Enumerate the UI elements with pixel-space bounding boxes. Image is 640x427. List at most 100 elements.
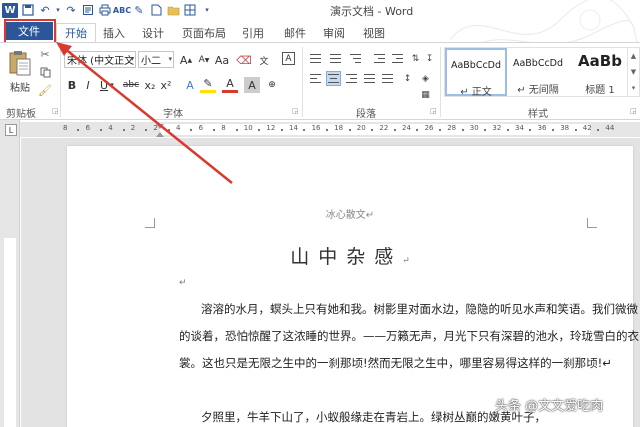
copy-icon[interactable] — [38, 65, 52, 79]
align-right-icon[interactable] — [344, 71, 359, 86]
styles-scroll[interactable]: ▲ ▼ ▾ — [628, 47, 640, 97]
paragraph-launcher-icon[interactable]: ◲ — [430, 107, 437, 115]
new-document-icon[interactable] — [149, 3, 163, 17]
bold-button[interactable]: B — [64, 77, 80, 93]
clipboard-launcher-icon[interactable]: ◲ — [52, 107, 59, 115]
spelling-icon[interactable]: ABC — [113, 3, 131, 17]
first-line-indent-marker[interactable] — [156, 124, 164, 129]
ruler-dot — [325, 129, 328, 131]
style-no-spacing-name: ↵ 无间隔 — [517, 85, 559, 96]
tab-design[interactable]: 设计 — [139, 23, 167, 42]
numbering-icon[interactable] — [328, 51, 343, 66]
font-launcher-icon[interactable]: ◲ — [292, 107, 299, 115]
print-icon[interactable] — [98, 3, 112, 17]
text-effects-button[interactable]: A — [182, 77, 198, 93]
underline-dropdown-icon[interactable]: ▾ — [108, 77, 116, 93]
ruler-number: 30 — [469, 124, 479, 132]
increase-indent-icon[interactable] — [390, 51, 405, 66]
decrease-indent-icon[interactable] — [372, 51, 387, 66]
tab-page-layout[interactable]: 页面布局 — [179, 23, 229, 42]
tab-mailings[interactable]: 邮件 — [281, 23, 309, 42]
save-icon[interactable] — [21, 3, 35, 17]
style-normal[interactable]: AaBbCcDd ↵ 正文 — [445, 48, 507, 98]
ruler-dot — [212, 129, 215, 131]
undo-dropdown-icon[interactable]: ▾ — [55, 3, 61, 17]
ruler-dot — [145, 129, 148, 131]
borders-icon[interactable]: ▦ — [418, 87, 433, 102]
tab-references[interactable]: 引用 — [239, 23, 267, 42]
ruler-dot — [99, 129, 102, 131]
ruler-number: 32 — [492, 124, 502, 132]
open-folder-icon[interactable] — [166, 3, 180, 17]
align-left-icon[interactable] — [308, 71, 323, 86]
window-title: 演示文档 - Word — [330, 5, 414, 18]
phonetic-guide-icon[interactable]: 文 — [256, 52, 272, 68]
ruler-number: 4 — [176, 124, 181, 132]
font-group-label: 字体 — [163, 109, 183, 120]
tab-stop-selector[interactable]: L — [5, 124, 17, 136]
ruler-number: 18 — [334, 124, 344, 132]
undo-icon[interactable]: ↶ — [38, 3, 52, 17]
redo-icon[interactable]: ↷ — [64, 3, 78, 17]
format-painter-brush-icon[interactable]: 🖌 — [38, 83, 52, 97]
style-heading-1-name: 标题 1 — [585, 85, 615, 96]
font-name-select[interactable]: 宋体 (中文正文 ▾ — [64, 51, 136, 68]
clear-formatting-icon[interactable]: ⌫ — [236, 52, 252, 68]
char-border-icon[interactable]: ⊕ — [264, 77, 280, 93]
ruler-dot — [506, 129, 509, 131]
subscript-button[interactable]: x₂ — [142, 77, 158, 93]
multilevel-list-icon[interactable] — [348, 51, 363, 66]
distributed-icon[interactable] — [380, 71, 395, 86]
scroll-down-icon[interactable]: ▼ — [631, 68, 636, 76]
justify-icon[interactable] — [362, 71, 377, 86]
paragraph-1-line-1: 溶溶的水月，螟头上只有她和我。树影里对面水边，隐隐的听见水声和笑语。我们微微 — [201, 302, 638, 316]
cut-icon[interactable]: ✂ — [38, 47, 52, 61]
ruler-dot — [416, 129, 419, 131]
chevron-down-icon: ▾ — [130, 55, 134, 63]
ruler-number: 26 — [424, 124, 434, 132]
shading-icon[interactable]: ◈ — [418, 71, 433, 86]
highlight-color-icon[interactable]: ✎ — [200, 77, 216, 93]
hanging-indent-marker[interactable] — [156, 132, 164, 137]
font-size-select[interactable]: 小二 ▾ — [138, 51, 174, 68]
align-center-icon[interactable] — [326, 71, 341, 86]
tab-view[interactable]: 视图 — [360, 23, 388, 42]
tab-review[interactable]: 审阅 — [320, 23, 348, 42]
scroll-up-icon[interactable]: ▲ — [631, 52, 636, 60]
ruler-number: 4 — [108, 124, 113, 132]
change-case-button[interactable]: Aa — [214, 52, 230, 68]
shrink-font-button[interactable]: A ▼ — [196, 52, 212, 68]
strikethrough-button[interactable]: abc — [120, 77, 142, 93]
line-spacing-icon[interactable]: ↕ — [400, 71, 415, 86]
ruler-number: 36 — [537, 124, 547, 132]
superscript-button[interactable]: x² — [158, 77, 174, 93]
horizontal-ruler: 8 6 4 2 2 4 6 8 10 12 14 16 18 20 22 24 26 28 30 32 34 36 38 42… — [20, 122, 640, 137]
customize-qat-icon[interactable]: ▾ — [200, 3, 214, 17]
enclose-char-icon[interactable]: A — [282, 52, 295, 65]
tab-insert[interactable]: 插入 — [100, 23, 128, 42]
char-shading-button[interactable]: A — [244, 77, 260, 93]
style-heading-1[interactable]: AaBb 标题 1 — [569, 48, 631, 96]
document-page[interactable]: 冰心散文↵ 山中杂感↵ ↵ 溶溶的水月，螟头上只有她和我。树影里对面水边，隐隐的… — [67, 146, 639, 427]
style-no-spacing[interactable]: AaBbCcDd ↵ 无间隔 — [507, 48, 569, 96]
font-name-value: 宋体 (中文正文 — [67, 56, 135, 67]
format-painter-icon[interactable]: ✎ — [132, 3, 146, 17]
italic-button[interactable]: I — [80, 77, 96, 93]
clipboard-group-label: 剪贴板 — [6, 109, 36, 120]
sort-icon[interactable]: ↧ — [422, 51, 437, 66]
draw-table-icon[interactable] — [183, 3, 197, 17]
chevron-down-icon: ▾ — [168, 55, 172, 63]
more-icon[interactable]: ▾ — [632, 84, 636, 92]
font-color-button[interactable]: A — [222, 77, 238, 93]
ruler-dot — [167, 129, 170, 131]
paste-button-label[interactable]: 粘贴 — [10, 79, 30, 94]
styles-launcher-icon[interactable]: ◲ — [630, 107, 637, 115]
paragraph-1[interactable]: 溶溶的水月，螟头上只有她和我。树影里对面水边，隐隐的听见水声和笑语。我们微微 的… — [179, 296, 639, 377]
ruler-number: 34 — [515, 124, 524, 132]
tab-home[interactable]: 开始 — [56, 23, 96, 42]
grow-font-button[interactable]: A ▲ — [178, 52, 194, 68]
bullets-icon[interactable] — [308, 51, 323, 66]
paste-icon[interactable] — [8, 49, 32, 77]
chinese-layout-icon[interactable]: ⇅ — [408, 51, 423, 66]
print-preview-icon[interactable] — [81, 3, 95, 17]
